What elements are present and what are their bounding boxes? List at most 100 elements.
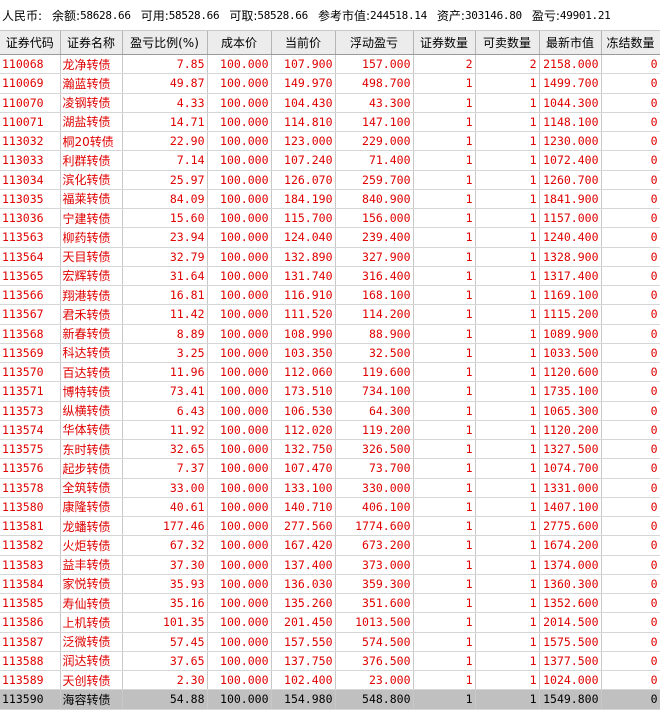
table-row[interactable]: 113575 东时转债 32.65 100.000 132.750 326.500 1 1 13…	[0, 439, 660, 460]
cell-code: 113584	[0, 574, 61, 595]
table-row[interactable]: 110068 龙净转债 7.85 100.000 107.900 157.000 2 2 215…	[0, 54, 660, 75]
cell-frozen: 0	[601, 420, 660, 441]
table-row[interactable]: 113589 天创转债 2.30 100.000 102.400 23.000 1 1 1024…	[0, 670, 660, 691]
cell-market-value: 2158.000	[539, 54, 602, 75]
table-row[interactable]: 113587 泛微转债 57.45 100.000 157.550 574.500 1 1 15…	[0, 632, 660, 652]
col-header-frozen[interactable]: 冻结数量	[601, 31, 660, 55]
pnl-value: 49901.21	[559, 8, 611, 22]
cell-pnl-ratio: 7.14	[122, 150, 208, 171]
cell-floating-pnl: 43.300	[335, 93, 414, 113]
cell-current-price: 184.190	[271, 189, 336, 210]
cell-floating-pnl: 32.500	[335, 343, 414, 364]
table-row[interactable]: 113582 火炬转债 67.32 100.000 167.420 673.200 1 1 16…	[0, 535, 660, 556]
table-row[interactable]: 113035 福莱转债 84.09 100.000 184.190 840.900 1 1 18…	[0, 189, 660, 210]
table-row[interactable]: 113585 寿仙转债 35.16 100.000 135.260 351.600 1 1 13…	[0, 593, 660, 614]
cell-floating-pnl: 168.100	[335, 285, 414, 306]
table-row[interactable]: 113584 家悦转债 35.93 100.000 136.030 359.300 1 1 13…	[0, 574, 660, 595]
cell-current-price: 201.450	[271, 612, 336, 633]
table-row[interactable]: 113576 起步转债 7.37 100.000 107.470 73.700 1 1 1074…	[0, 458, 660, 479]
cell-floating-pnl: 71.400	[335, 150, 414, 171]
cell-pnl-ratio: 73.41	[122, 381, 208, 402]
cell-pnl-ratio: 54.88	[122, 689, 208, 710]
col-header-market-value[interactable]: 最新市值	[539, 31, 602, 55]
col-header-sellable[interactable]: 可卖数量	[475, 31, 540, 55]
cell-code: 113583	[0, 555, 61, 575]
table-row[interactable]: 113032 桐20转债 22.90 100.000 123.000 229.000 1 1 1…	[0, 131, 660, 152]
cell-cost-price: 100.000	[207, 247, 272, 267]
available-value: 58528.66	[168, 8, 220, 22]
table-row[interactable]: 110069 瀚蓝转债 49.87 100.000 149.970 498.700 1 1 14…	[0, 73, 660, 94]
col-header-current-price[interactable]: 当前价	[271, 31, 336, 55]
table-row[interactable]: 110071 湖盐转债 14.71 100.000 114.810 147.100 1 1 11…	[0, 112, 660, 133]
col-header-floating-pnl[interactable]: 浮动盈亏	[335, 31, 414, 55]
cell-current-price: 102.400	[271, 670, 336, 691]
table-row[interactable]: 113573 纵横转债 6.43 100.000 106.530 64.300 1 1 1065…	[0, 401, 660, 421]
cell-sellable: 1	[475, 73, 540, 94]
cell-code: 113568	[0, 324, 61, 344]
col-header-quantity[interactable]: 证券数量	[413, 31, 476, 55]
cell-name: 君禾转债	[60, 304, 123, 325]
cell-code: 113035	[0, 189, 61, 210]
table-row[interactable]: 113563 柳药转债 23.94 100.000 124.040 239.400 1 1 12…	[0, 227, 660, 248]
cell-cost-price: 100.000	[207, 170, 272, 190]
table-row[interactable]: 110070 凌钢转债 4.33 100.000 104.430 43.300 1 1 1044…	[0, 93, 660, 113]
table-row[interactable]: 113566 翔港转债 16.81 100.000 116.910 168.100 1 1 11…	[0, 285, 660, 306]
cell-name: 湖盐转债	[60, 112, 123, 133]
cell-market-value: 1575.500	[539, 632, 602, 652]
cell-current-price: 173.510	[271, 381, 336, 402]
table-row[interactable]: 113567 君禾转债 11.42 100.000 111.520 114.200 1 1 11…	[0, 304, 660, 325]
table-row[interactable]: 113570 百达转债 11.96 100.000 112.060 119.600 1 1 11…	[0, 362, 660, 383]
cell-name: 福莱转债	[60, 189, 123, 210]
cell-sellable: 1	[475, 401, 540, 421]
cell-current-price: 277.560	[271, 516, 336, 537]
table-row[interactable]: 113565 宏辉转债 31.64 100.000 131.740 316.400 1 1 13…	[0, 266, 660, 287]
cell-current-price: 107.470	[271, 458, 336, 479]
table-row[interactable]: 113036 宁建转债 15.60 100.000 115.700 156.000 1 1 11…	[0, 208, 660, 229]
table-row[interactable]: 113568 新春转债 8.89 100.000 108.990 88.900 1 1 1089…	[0, 324, 660, 344]
col-header-pnl-ratio[interactable]: 盈亏比例(%)	[122, 31, 208, 55]
table-row[interactable]: 113586 上机转债 101.35 100.000 201.450 1013.500 1 1…	[0, 612, 660, 633]
col-header-name[interactable]: 证券名称	[60, 31, 123, 55]
cell-name: 上机转债	[60, 612, 123, 633]
table-row[interactable]: 113590 海容转债 54.88 100.000 154.980 548.800 1 1 15…	[0, 689, 660, 710]
table-row[interactable]: 113580 康隆转债 40.61 100.000 140.710 406.100 1 1 14…	[0, 497, 660, 518]
cell-pnl-ratio: 33.00	[122, 478, 208, 498]
table-row[interactable]: 113564 天目转债 32.79 100.000 132.890 327.900 1 1 13…	[0, 247, 660, 267]
table-row[interactable]: 113033 利群转债 7.14 100.000 107.240 71.400 1 1 1072…	[0, 150, 660, 171]
col-header-code[interactable]: 证券代码	[0, 31, 61, 55]
cell-floating-pnl: 1774.600	[335, 516, 414, 537]
cell-quantity: 1	[413, 227, 476, 248]
cell-floating-pnl: 498.700	[335, 73, 414, 94]
cell-name: 滨化转债	[60, 170, 123, 190]
cell-name: 天目转债	[60, 247, 123, 267]
table-row[interactable]: 113034 滨化转债 25.97 100.000 126.070 259.700 1 1 12…	[0, 170, 660, 190]
cell-frozen: 0	[601, 227, 660, 248]
holdings-rows: 110068 龙净转债 7.85 100.000 107.900 157.000 2 2 215…	[0, 54, 660, 710]
table-row[interactable]: 113581 龙蟠转债 177.46 100.000 277.560 1774.600 1 1…	[0, 516, 660, 537]
cell-name: 起步转债	[60, 458, 123, 479]
cell-cost-price: 100.000	[207, 516, 272, 537]
cell-market-value: 1074.700	[539, 458, 602, 479]
table-row[interactable]: 113571 博特转债 73.41 100.000 173.510 734.100 1 1 17…	[0, 381, 660, 402]
cell-cost-price: 100.000	[207, 285, 272, 306]
cell-pnl-ratio: 3.25	[122, 343, 208, 364]
cell-code: 113565	[0, 266, 61, 287]
cell-market-value: 1169.100	[539, 285, 602, 306]
cell-frozen: 0	[601, 304, 660, 325]
cell-frozen: 0	[601, 54, 660, 75]
col-header-cost-price[interactable]: 成本价	[207, 31, 272, 55]
table-row[interactable]: 113578 全筑转债 33.00 100.000 133.100 330.000 1 1 13…	[0, 478, 660, 498]
cell-market-value: 1089.900	[539, 324, 602, 344]
table-row[interactable]: 113569 科达转债 3.25 100.000 103.350 32.500 1 1 1033…	[0, 343, 660, 364]
cell-market-value: 1549.800	[539, 689, 602, 710]
cell-cost-price: 100.000	[207, 497, 272, 518]
cell-floating-pnl: 157.000	[335, 54, 414, 75]
cell-cost-price: 100.000	[207, 381, 272, 402]
cell-sellable: 1	[475, 439, 540, 460]
cell-current-price: 103.350	[271, 343, 336, 364]
cell-sellable: 1	[475, 324, 540, 344]
table-row[interactable]: 113574 华体转债 11.92 100.000 112.020 119.200 1 1 11…	[0, 420, 660, 441]
cell-sellable: 1	[475, 112, 540, 133]
table-row[interactable]: 113588 润达转债 37.65 100.000 137.750 376.500 1 1 13…	[0, 651, 660, 672]
table-row[interactable]: 113583 益丰转债 37.30 100.000 137.400 373.000 1 1 13…	[0, 555, 660, 575]
